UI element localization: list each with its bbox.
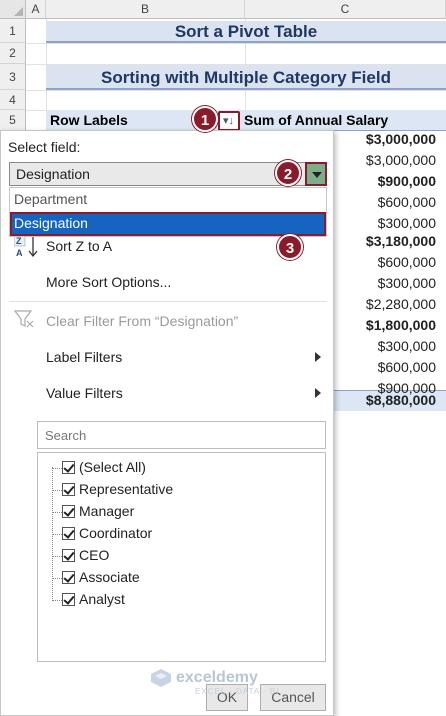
filter-sort-menu: Select field: Designation Department Des… [0,130,334,716]
option-department[interactable]: Department [10,188,326,212]
menu-value-filters[interactable]: Value Filters [46,385,123,401]
checkbox[interactable] [62,461,75,474]
step-badge-2: 2 [275,160,301,186]
title-multiple-category: Sorting with Multiple Category Field [46,65,446,90]
sort-z-to-a-icon: Z A [13,234,40,264]
select-all-corner[interactable] [0,0,26,19]
clear-filter-icon [13,309,36,334]
filter-dropdown-icon: ▾↓ [223,115,235,127]
pivot-header-row: Row Labels Sum of Annual Salary [46,110,446,131]
row-header-5[interactable]: 5 [0,110,26,131]
selected-field-value: Designation [16,166,90,182]
menu-clear-filter: Clear Filter From “Designation” [46,313,239,329]
row-header-3[interactable]: 3 [0,64,26,90]
sum-annual-salary-header: Sum of Annual Salary [244,112,389,128]
logo-icon [151,669,171,687]
column-header-c[interactable]: C [245,0,446,19]
search-input[interactable]: Search [37,421,326,449]
step-badge-3: 3 [277,234,303,260]
row-header-4[interactable]: 4 [0,90,26,110]
option-designation[interactable]: Designation [10,212,326,236]
row-labels-filter-button[interactable]: ▾↓ [218,111,240,131]
row-labels-header: Row Labels [50,112,128,128]
gridline [26,43,446,44]
checkbox[interactable] [62,549,75,562]
menu-sort-z-to-a[interactable]: Sort Z to A [46,238,112,254]
step-badge-1: 1 [192,106,218,132]
menu-more-sort-options[interactable]: More Sort Options... [46,274,171,290]
menu-label-filters[interactable]: Label Filters [46,349,122,365]
select-field-label: Select field: [8,139,81,155]
row-header-2[interactable]: 2 [0,43,26,64]
checkbox[interactable] [62,593,75,606]
svg-text:Z: Z [16,236,22,246]
tree-line [52,467,53,599]
field-options-list: Department Designation [9,187,327,237]
title-sort-pivot: Sort a Pivot Table [46,21,446,43]
dropdown-arrow-icon[interactable] [305,162,327,186]
exceldemy-logo: exceldemy [150,668,258,688]
row-header-1[interactable]: 1 [0,19,26,43]
logo-tagline: EXCEL · DATA · BI [195,687,280,696]
column-header-a[interactable]: A [26,0,46,19]
checkbox[interactable] [62,571,75,584]
submenu-arrow-icon [315,352,321,362]
svg-text:A: A [16,248,23,258]
submenu-arrow-icon [315,388,321,398]
checkbox[interactable] [62,483,75,496]
items-checkbox-list: (Select All) Representative Manager Coor… [37,452,326,662]
checkbox[interactable] [62,527,75,540]
gridline [26,90,446,91]
column-header-b[interactable]: B [46,0,245,19]
checkbox[interactable] [62,505,75,518]
menu-separator [9,301,327,302]
